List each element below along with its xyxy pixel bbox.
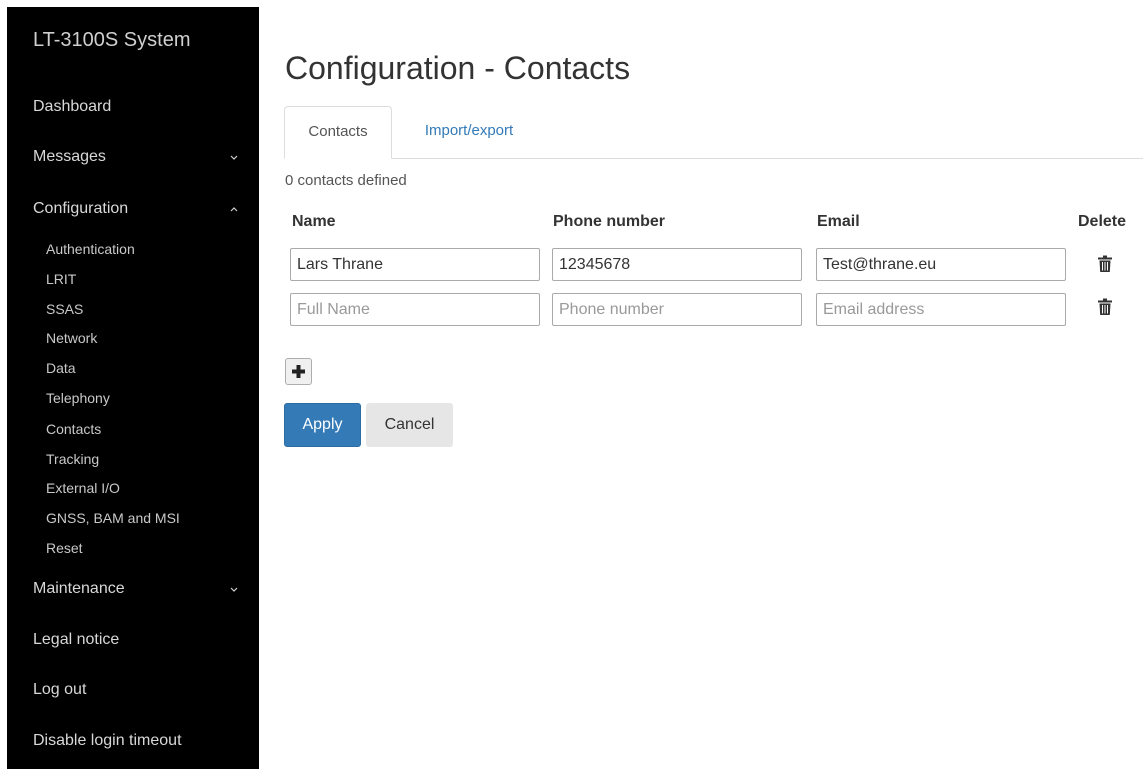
- sidebar-item-gnss-bam-msi[interactable]: GNSS, BAM and MSI: [46, 510, 180, 526]
- nav-messages[interactable]: Messages: [33, 148, 239, 172]
- add-contact-button[interactable]: [285, 358, 312, 385]
- contact-name-input[interactable]: [290, 293, 540, 326]
- chevron-down-icon: [229, 584, 239, 594]
- sidebar-item-tracking[interactable]: Tracking: [46, 451, 99, 467]
- sidebar-item-network[interactable]: Network: [46, 330, 97, 346]
- nav-log-out-label: Log out: [33, 681, 87, 698]
- sidebar-item-lrit[interactable]: LRIT: [46, 271, 76, 287]
- plus-icon: [292, 365, 305, 378]
- chevron-down-icon: [229, 152, 239, 162]
- contacts-count: 0 contacts defined: [285, 172, 407, 189]
- nav-dashboard[interactable]: Dashboard: [33, 98, 239, 122]
- chevron-up-icon: [229, 204, 239, 214]
- nav-configuration-label: Configuration: [33, 200, 129, 217]
- sidebar-item-authentication[interactable]: Authentication: [46, 241, 135, 257]
- contact-name-input[interactable]: [290, 248, 540, 281]
- sidebar-item-external-io[interactable]: External I/O: [46, 480, 120, 496]
- contact-email-input[interactable]: [816, 248, 1066, 281]
- tab-contacts[interactable]: Contacts: [284, 106, 392, 159]
- nav-log-out[interactable]: Log out: [33, 681, 239, 705]
- trash-icon[interactable]: [1097, 298, 1113, 316]
- main-content: Configuration - Contacts Contacts Import…: [259, 0, 1143, 769]
- nav-dashboard-label: Dashboard: [33, 98, 112, 115]
- sidebar-item-contacts[interactable]: Contacts: [46, 421, 101, 437]
- cancel-button[interactable]: Cancel: [366, 403, 453, 447]
- nav-maintenance[interactable]: Maintenance: [33, 580, 239, 604]
- apply-button[interactable]: Apply: [284, 403, 361, 447]
- column-header-delete: Delete: [1078, 213, 1127, 230]
- column-header-phone: Phone number: [553, 213, 666, 230]
- sidebar-item-telephony[interactable]: Telephony: [46, 390, 110, 406]
- tabs-divider: [284, 158, 1143, 159]
- column-header-name: Name: [292, 213, 336, 230]
- nav-configuration[interactable]: Configuration: [33, 200, 239, 224]
- nav-disable-login-timeout-label: Disable login timeout: [33, 732, 182, 749]
- nav-messages-label: Messages: [33, 148, 106, 165]
- contact-email-input[interactable]: [816, 293, 1066, 326]
- sidebar-item-reset[interactable]: Reset: [46, 540, 83, 556]
- contact-phone-input[interactable]: [552, 293, 802, 326]
- contact-phone-input[interactable]: [552, 248, 802, 281]
- sidebar: LT-3100S System Dashboard Messages Confi…: [7, 7, 259, 769]
- nav-disable-login-timeout[interactable]: Disable login timeout: [33, 732, 239, 756]
- trash-icon[interactable]: [1097, 255, 1113, 273]
- nav-maintenance-label: Maintenance: [33, 580, 125, 597]
- page-title: Configuration - Contacts: [285, 50, 631, 86]
- tab-import-export[interactable]: Import/export: [404, 106, 534, 158]
- nav-legal-notice[interactable]: Legal notice: [33, 631, 239, 655]
- column-header-email: Email: [817, 213, 860, 230]
- app-brand[interactable]: LT-3100S System: [33, 29, 190, 52]
- sidebar-item-data[interactable]: Data: [46, 360, 76, 376]
- sidebar-item-ssas[interactable]: SSAS: [46, 301, 83, 317]
- nav-legal-notice-label: Legal notice: [33, 631, 120, 648]
